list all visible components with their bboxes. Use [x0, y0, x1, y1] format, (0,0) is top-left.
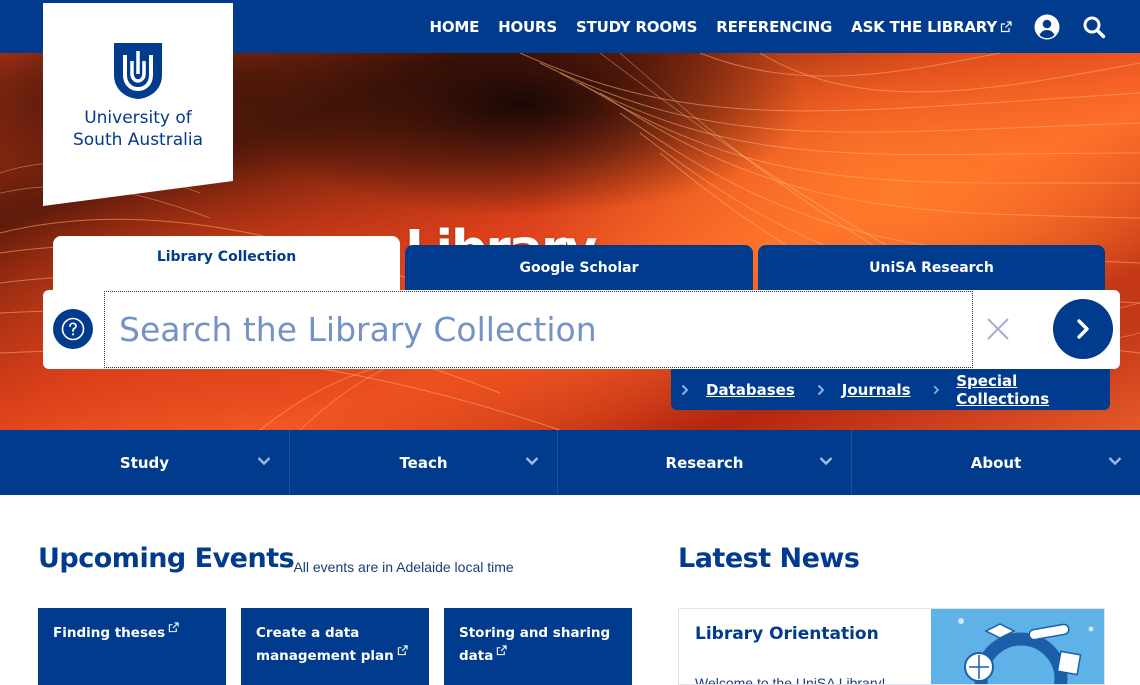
external-link-icon: [1000, 20, 1012, 32]
chevron-right-icon: [817, 384, 825, 395]
nav-ask-the-library-label: ASK THE LIBRARY: [851, 17, 997, 36]
mainnav-research[interactable]: Research: [558, 430, 852, 495]
quick-link-special-collections-label[interactable]: Special Collections: [956, 372, 1088, 408]
chevron-right-icon: [1077, 319, 1089, 339]
event-card-data-management-plan[interactable]: Create a data management plan: [241, 608, 429, 685]
top-nav: HOME HOURS STUDY ROOMS REFERENCING ASK T…: [410, 0, 1140, 53]
unisa-logo[interactable]: University of South Australia: [43, 3, 233, 206]
upcoming-events-heading: Upcoming Events: [38, 543, 295, 574]
event-card-title-line-2: data: [459, 648, 494, 664]
quick-link-databases-label[interactable]: Databases: [706, 381, 795, 399]
nav-hours-link[interactable]: HOURS: [498, 18, 557, 36]
news-card-illustration: [931, 609, 1104, 684]
close-icon: [987, 318, 1009, 340]
nav-referencing-link[interactable]: REFERENCING: [716, 18, 832, 36]
tab-unisa-research[interactable]: UniSA Research: [758, 245, 1105, 291]
news-card-title: Library Orientation: [695, 624, 879, 644]
mainnav-about-label: About: [970, 453, 1022, 472]
mainnav-study-label: Study: [119, 453, 170, 472]
logo-line-2: South Australia: [72, 130, 203, 150]
tab-google-scholar[interactable]: Google Scholar: [405, 245, 753, 291]
latest-news-heading: Latest News: [678, 543, 860, 574]
university-shield-icon: [114, 43, 162, 99]
external-link-icon: [169, 622, 179, 633]
search-submit-button[interactable]: [1053, 299, 1113, 359]
news-card-library-orientation[interactable]: Library Orientation Welcome to the UniSA…: [678, 608, 1105, 685]
quick-links-bar: Databases Journals Special Collections: [671, 369, 1110, 410]
chevron-down-icon: [819, 457, 833, 466]
search-box: [43, 290, 1120, 369]
event-card-title-line-2: management plan: [256, 648, 394, 664]
quick-link-journals[interactable]: Journals: [817, 381, 911, 399]
mainnav-about[interactable]: About: [852, 430, 1140, 495]
user-account-icon[interactable]: [1034, 14, 1060, 40]
mainnav-teach-label: Teach: [399, 453, 448, 472]
mainnav-study[interactable]: Study: [0, 430, 290, 495]
help-icon: [61, 317, 85, 341]
chevron-right-icon: [681, 384, 689, 395]
event-card-title-line-1: Storing and sharing: [459, 625, 611, 641]
clear-search-button[interactable]: [983, 312, 1013, 346]
tab-library-collection[interactable]: Library Collection: [53, 236, 400, 294]
event-card-storing-sharing-data[interactable]: Storing and sharing data: [444, 608, 632, 685]
chevron-down-icon: [525, 457, 539, 466]
search-input[interactable]: [104, 291, 973, 368]
mainnav-teach[interactable]: Teach: [290, 430, 558, 495]
help-button[interactable]: [53, 309, 93, 349]
nav-study-rooms-link[interactable]: STUDY ROOMS: [576, 18, 697, 36]
event-card-title: Finding theses: [53, 625, 166, 641]
chevron-right-icon: [933, 385, 939, 394]
chevron-down-icon: [1108, 457, 1122, 466]
external-link-icon: [397, 645, 408, 656]
external-link-icon: [497, 645, 507, 656]
nav-ask-the-library-link[interactable]: ASK THE LIBRARY: [851, 18, 1012, 36]
quick-link-databases[interactable]: Databases: [681, 381, 795, 399]
quick-link-special-collections[interactable]: Special Collections: [933, 372, 1088, 408]
logo-wordmark: University of South Australia: [43, 107, 233, 151]
quick-link-journals-label[interactable]: Journals: [842, 381, 911, 399]
mainnav-research-label: Research: [665, 453, 744, 472]
main-navigation: Study Teach Research About: [0, 430, 1140, 495]
orientation-illustration: [958, 618, 1094, 684]
logo-line-1: University of: [84, 108, 192, 128]
chevron-down-icon: [257, 457, 271, 466]
event-card-finding-theses[interactable]: Finding theses: [38, 608, 226, 685]
timezone-note: *All events are in Adelaide local time: [288, 559, 514, 575]
search-icon[interactable]: [1082, 15, 1106, 39]
event-card-title-line-1: Create a data: [256, 625, 360, 641]
nav-home-link[interactable]: HOME: [429, 18, 479, 36]
logo-panel-shape: [43, 3, 233, 206]
news-card-body: Welcome to the UniSA Library!: [695, 675, 886, 685]
